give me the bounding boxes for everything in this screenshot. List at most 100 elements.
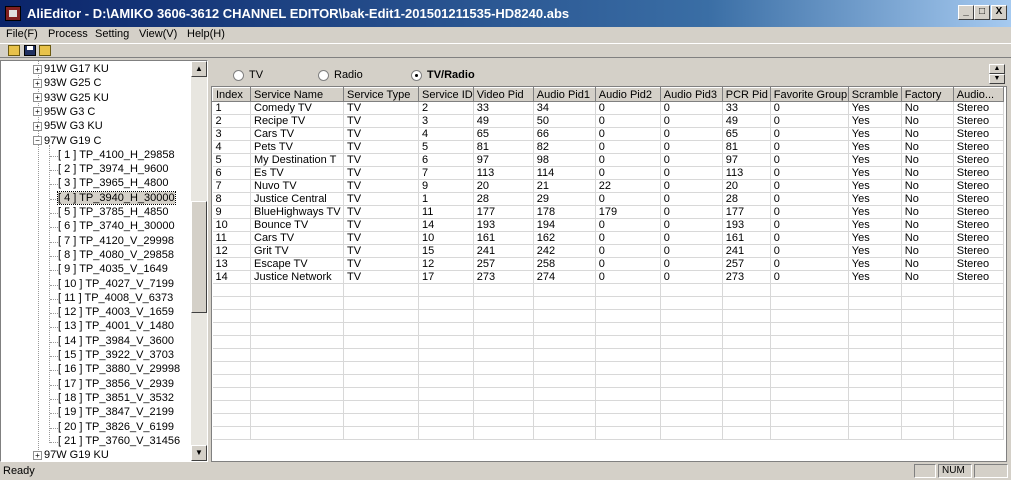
tree-transponder[interactable]: [ 10 ] TP_4027_V_7199 — [58, 278, 174, 291]
tree-transponder[interactable]: [ 8 ] TP_4080_V_29858 — [58, 249, 174, 262]
table-row[interactable]: 2 Recipe TV TV 3 49 50 0 0 49 0 Yes No Stereo — [212, 114, 1004, 128]
tree-transponder[interactable]: [ 11 ] TP_4008_V_6373 — [58, 292, 173, 305]
table-cell: 113 — [722, 166, 771, 180]
tree-transponder[interactable]: [ 6 ] TP_3740_H_30000 — [58, 220, 175, 233]
tree-satellite[interactable]: +95W G3 KU — [33, 120, 103, 133]
table-cell — [418, 322, 474, 336]
table-row[interactable]: 10 Bounce TV TV 14 193 194 0 0 193 0 Yes No Stereo — [212, 218, 1004, 232]
table-row[interactable]: 8 Justice Central TV 1 28 29 0 0 28 0 Yes No Stereo — [212, 192, 1004, 206]
menu-help[interactable]: Help(H) — [187, 28, 225, 40]
scroll-up-button[interactable]: ▲ — [191, 61, 207, 77]
table-row[interactable]: 7 Nuvo TV TV 9 20 21 22 0 20 0 Yes No Stereo — [212, 179, 1004, 193]
tree-transponder[interactable]: [ 21 ] TP_3760_V_31456 — [58, 435, 180, 448]
column-header[interactable]: Video Pid — [472, 87, 534, 102]
column-header[interactable]: Audio Pid1 — [532, 87, 596, 102]
tree-transponder[interactable]: [ 4 ] TP_3940_H_30000 — [57, 190, 176, 205]
expand-icon[interactable]: + — [33, 107, 42, 117]
scroll-down-button[interactable]: ▼ — [191, 445, 207, 461]
column-header[interactable]: Service Type — [343, 87, 419, 102]
table-row[interactable]: 11 Cars TV TV 10 161 162 0 0 161 0 Yes No Stereo — [212, 231, 1004, 245]
table-row[interactable]: 1 Comedy TV TV 2 33 34 0 0 33 0 Yes No Stereo — [212, 101, 1004, 115]
tree-transponder[interactable]: [ 2 ] TP_3974_H_9600 — [58, 163, 169, 176]
expand-icon[interactable]: + — [33, 78, 42, 88]
column-header[interactable]: Index — [212, 87, 251, 102]
tree-transponder[interactable]: [ 7 ] TP_4120_V_29998 — [58, 235, 174, 248]
expand-icon[interactable]: + — [33, 450, 42, 460]
save-icon[interactable] — [24, 45, 36, 56]
tree-transponder[interactable]: [ 13 ] TP_4001_V_1480 — [58, 320, 174, 333]
table-cell: Stereo — [953, 153, 1004, 167]
tree-satellite[interactable]: +93W G25 C — [33, 77, 101, 90]
tree-transponder[interactable]: [ 17 ] TP_3856_V_2939 — [58, 378, 174, 391]
table-row[interactable]: 14 Justice Network TV 17 273 274 0 0 273 0 Yes No St… — [212, 270, 1004, 284]
tree-transponder[interactable]: [ 9 ] TP_4035_V_1649 — [58, 263, 168, 276]
table-cell — [660, 296, 723, 310]
menu-process[interactable]: Process — [48, 28, 88, 40]
tree-satellite[interactable]: +91W G17 KU — [33, 63, 109, 76]
tree-transponder[interactable]: [ 3 ] TP_3965_H_4800 — [58, 177, 169, 190]
radio-tv[interactable]: TV — [233, 69, 263, 81]
tree-transponder[interactable]: [ 16 ] TP_3880_V_29998 — [58, 363, 180, 376]
table-cell: 4 — [418, 127, 474, 141]
column-header[interactable]: PCR Pid — [721, 87, 771, 102]
tree-transponder[interactable]: [ 18 ] TP_3851_V_3532 — [58, 392, 174, 405]
expand-icon[interactable]: + — [33, 121, 42, 131]
collapse-icon[interactable]: − — [33, 136, 42, 146]
tree-satellite[interactable]: +93W G25 KU — [33, 92, 109, 105]
spin-down-button[interactable]: ▼ — [989, 74, 1005, 84]
column-header[interactable]: Audio... — [952, 87, 1004, 102]
radio-tvradio[interactable]: TV/Radio — [411, 69, 475, 81]
expand-icon[interactable]: + — [33, 64, 42, 74]
expand-icon[interactable]: + — [33, 93, 42, 103]
radio-radio[interactable]: Radio — [318, 69, 363, 81]
tree-transponder[interactable]: [ 5 ] TP_3785_H_4850 — [58, 206, 169, 219]
tree-transponder[interactable]: [ 15 ] TP_3922_V_3703 — [58, 349, 174, 362]
table-row[interactable]: 5 My Destination T TV 6 97 98 0 0 97 0 Yes No Stereo — [212, 153, 1004, 167]
open-folder-icon[interactable] — [39, 45, 51, 56]
tree-transponder[interactable]: [ 20 ] TP_3826_V_6199 — [58, 421, 174, 434]
menu-view[interactable]: View(V) — [139, 28, 177, 40]
column-header[interactable]: Service Name — [250, 87, 344, 102]
table-cell — [595, 283, 661, 297]
menu-file[interactable]: File(F) — [6, 28, 38, 40]
menu-setting[interactable]: Setting — [95, 28, 129, 40]
table-row[interactable]: 3 Cars TV TV 4 65 66 0 0 65 0 Yes No Stereo — [212, 127, 1004, 141]
open-icon[interactable] — [8, 45, 20, 56]
minimize-button[interactable]: _ — [958, 5, 974, 20]
channel-table[interactable]: Index Service Name Service Type Service ID V… — [211, 86, 1007, 462]
table-row[interactable]: 13 Escape TV TV 12 257 258 0 0 257 0 Yes No Stereo — [212, 257, 1004, 271]
table-row[interactable]: 4 Pets TV TV 5 81 82 0 0 81 0 Yes No Stereo — [212, 140, 1004, 154]
satellite-tree[interactable]: +91W G17 KU +93W G25 C +93W G25 KU +95W G3 … — [0, 60, 208, 462]
empty-row — [212, 374, 1004, 388]
table-cell: Yes — [848, 179, 902, 193]
tree-satellite[interactable]: +95W G3 C — [33, 106, 95, 119]
column-header[interactable]: Favorite Group — [769, 87, 849, 102]
column-header[interactable]: Factory — [900, 87, 954, 102]
table-cell — [250, 348, 344, 362]
column-header[interactable]: Audio Pid3 — [659, 87, 723, 102]
scroll-thumb[interactable] — [191, 201, 207, 313]
column-header[interactable]: Scramble — [847, 87, 902, 102]
tree-line — [50, 213, 58, 214]
tree-transponder[interactable]: [ 12 ] TP_4003_V_1659 — [58, 306, 174, 319]
table-cell — [250, 400, 344, 414]
close-button[interactable]: X — [991, 5, 1007, 20]
tree-transponder[interactable]: [ 19 ] TP_3847_V_2199 — [58, 406, 174, 419]
table-cell: 20 — [473, 179, 534, 193]
tree-satellite[interactable]: +97W G19 KU — [33, 449, 109, 461]
table-cell: 0 — [770, 192, 849, 206]
tree-satellite-expanded[interactable]: −97W G19 C — [33, 135, 101, 148]
table-cell: Stereo — [953, 257, 1004, 271]
table-row[interactable]: 6 Es TV TV 7 113 114 0 0 113 0 Yes No Stereo — [212, 166, 1004, 180]
table-row[interactable]: 12 Grit TV TV 15 241 242 0 0 241 0 Yes No Stereo — [212, 244, 1004, 258]
column-header[interactable]: Service ID — [418, 87, 474, 102]
tree-transponder[interactable]: [ 1 ] TP_4100_H_29858 — [58, 149, 175, 162]
spin-up-button[interactable]: ▲ — [989, 64, 1005, 74]
table-row[interactable]: 9 BlueHighways TV TV 11 177 178 179 0 177 0 Yes No S… — [212, 205, 1004, 219]
tree-transponder[interactable]: [ 14 ] TP_3984_V_3600 — [58, 335, 174, 348]
table-cell: 0 — [660, 140, 723, 154]
table-cell — [848, 283, 902, 297]
maximize-button[interactable]: □ — [974, 5, 990, 20]
column-header[interactable]: Audio Pid2 — [594, 87, 661, 102]
tree-scrollbar[interactable]: ▲ ▼ — [191, 61, 207, 461]
